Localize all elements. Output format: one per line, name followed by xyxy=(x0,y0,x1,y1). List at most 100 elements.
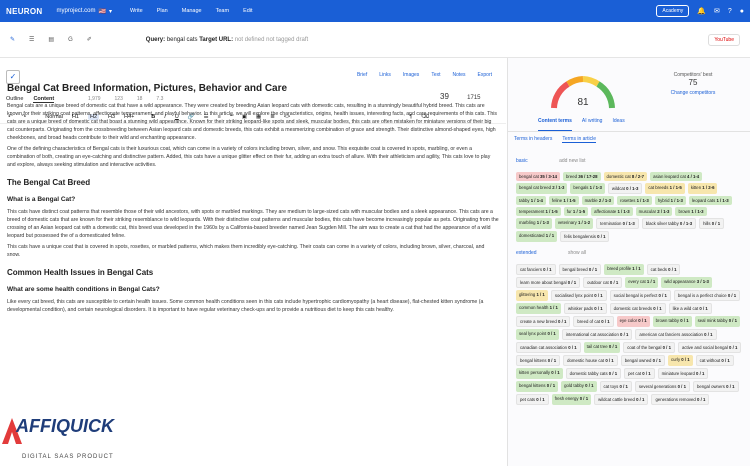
term-chip[interactable]: rosettes 1 / 1-3 xyxy=(617,196,652,205)
nav-write[interactable]: Write xyxy=(130,8,143,14)
term-chip[interactable]: wildcat 0 / 1-3 xyxy=(607,183,643,194)
term-chip[interactable]: international cat association 0 / 1 xyxy=(561,329,633,340)
neuron-logo[interactable]: NEURON xyxy=(6,7,42,16)
notification-icon[interactable]: 🔔 xyxy=(697,7,706,15)
target-value[interactable]: not defined xyxy=(235,37,265,43)
term-chip[interactable]: gold tabby 0 / 1 xyxy=(561,381,597,392)
tool-images[interactable]: Images xyxy=(403,72,419,78)
term-chip[interactable]: felis bengalensis 0 / 1 xyxy=(560,231,610,242)
nav-plan[interactable]: Plan xyxy=(157,8,168,14)
tab-terms-article[interactable]: Terms in article xyxy=(562,136,596,143)
term-chip[interactable]: pet cat 0 / 1 xyxy=(624,368,655,379)
nav-edit[interactable]: Edit xyxy=(243,8,252,14)
academy-button[interactable]: Academy xyxy=(656,5,690,17)
term-chip[interactable]: affectionate 1 / 1-3 xyxy=(591,207,633,216)
term-chip[interactable]: common health 1 / 1 xyxy=(516,303,561,314)
nav-team[interactable]: Team xyxy=(216,8,229,14)
term-chip[interactable]: miniature leopard 0 / 1 xyxy=(657,368,709,379)
term-chip[interactable]: seal lynx point 0 / 1 xyxy=(516,329,559,340)
term-chip[interactable]: marble 2 / 1-3 xyxy=(581,196,615,205)
tool-notes[interactable]: Notes xyxy=(452,72,465,78)
term-chip[interactable]: kitten 1 / 2-6 xyxy=(687,183,718,194)
term-chip[interactable]: brown 1 / 1-3 xyxy=(675,207,707,216)
show-all-link[interactable]: show all xyxy=(568,250,586,256)
term-chip[interactable]: socialised lynx point 0 / 1 xyxy=(550,290,607,301)
term-chip[interactable]: marbling 1 / 1-3 xyxy=(516,218,552,229)
term-chip[interactable]: bengal kittens 0 / 1 xyxy=(516,355,561,366)
term-chip[interactable]: temperament 1 / 1-5 xyxy=(516,207,561,216)
term-chip[interactable]: social bengal is perfect 0 / 1 xyxy=(609,290,671,301)
term-chip[interactable]: generations removed 0 / 1 xyxy=(651,394,710,405)
term-chip[interactable]: muscular 2 / 1-3 xyxy=(635,207,673,216)
term-chip[interactable]: fur 1 / 1-5 xyxy=(563,207,589,216)
project-selector[interactable]: myproject.com 🇺🇸 ▾ xyxy=(56,8,112,15)
term-chip[interactable]: canadian cat association 0 / 1 xyxy=(516,342,581,353)
term-chip[interactable]: domestic cat breeds 0 / 1 xyxy=(609,303,666,314)
add-new-list-link[interactable]: add new list xyxy=(559,158,585,164)
term-chip[interactable]: hills 0 / 1 xyxy=(699,218,725,229)
term-chip[interactable]: curly 0 / 1 xyxy=(668,355,693,366)
term-chip[interactable]: cat fanciers 0 / 1 xyxy=(516,264,556,275)
term-chip[interactable]: cat beds 0 / 1 xyxy=(646,264,681,275)
term-chip[interactable]: fresh energy 0 / 1 xyxy=(551,394,592,405)
term-chip[interactable]: cat breeds 1 / 1-5 xyxy=(645,183,685,194)
tab-terms-headers[interactable]: Terms in headers xyxy=(514,136,552,143)
tool-text[interactable]: Text xyxy=(431,72,440,78)
nav-manage[interactable]: Manage xyxy=(182,8,202,14)
term-chip[interactable]: bengals 1 / 1-3 xyxy=(570,183,605,194)
tool-export[interactable]: Export xyxy=(478,72,492,78)
term-chip[interactable]: eye color 0 / 1 xyxy=(616,316,650,327)
term-chip[interactable]: black silver tabby 0 / 1-3 xyxy=(641,218,697,229)
term-chip[interactable]: bengal kittens 0 / 1 xyxy=(516,381,559,392)
term-chip[interactable]: cat without 0 / 1 xyxy=(695,355,734,366)
term-chip[interactable]: breed 36 / 17-28 xyxy=(563,172,601,181)
term-chip[interactable]: kitten personally 0 / 1 xyxy=(516,368,563,379)
google-icon[interactable]: G xyxy=(68,37,73,43)
term-chip[interactable]: veterinary 1 / 1-2 xyxy=(554,218,594,229)
state-dropdown[interactable]: draft xyxy=(296,37,308,43)
document-content[interactable]: Bengal Cat Breed Information, Pictures, … xyxy=(7,82,499,317)
term-chip[interactable]: domestic cat 8 / 2-7 xyxy=(603,172,648,181)
term-chip[interactable]: termination 0 / 1-3 xyxy=(596,218,639,229)
query-value[interactable]: bengal cats xyxy=(167,37,198,43)
term-chip[interactable]: bengal owned 0 / 1 xyxy=(620,355,666,366)
tool-links[interactable]: Links xyxy=(379,72,391,78)
change-competitors-link[interactable]: Change competitors xyxy=(658,90,728,96)
term-chip[interactable]: bengal breed 0 / 1 xyxy=(558,264,602,275)
list-icon[interactable]: ☰ xyxy=(29,36,34,43)
term-chip[interactable]: bengal cat breed 2 / 1-3 xyxy=(516,183,568,194)
term-chip[interactable]: every cat 1 / 1 xyxy=(625,277,659,288)
help-icon[interactable]: ? xyxy=(728,8,732,15)
term-chip[interactable]: breed profile 1 / 1 xyxy=(604,264,644,275)
not-tagged-dropdown[interactable]: not tagged xyxy=(266,37,294,43)
tab-content-terms[interactable]: Content terms xyxy=(538,118,572,131)
term-chip[interactable]: bengal owners 0 / 1 xyxy=(692,381,739,392)
term-chip[interactable]: glittering 1 / 1 xyxy=(516,290,548,301)
gift-icon[interactable]: ✉ xyxy=(714,7,720,15)
term-chip[interactable]: active and social bengal 0 / 1 xyxy=(677,342,742,353)
term-chip[interactable]: bengal cat 35 / 3-14 xyxy=(516,172,560,181)
term-chip[interactable]: whisker pads 0 / 1 xyxy=(563,303,607,314)
youtube-button[interactable]: YouTube xyxy=(708,33,740,46)
term-chip[interactable]: create a new breed 0 / 1 xyxy=(516,316,571,327)
term-chip[interactable]: wildcat cattle breed 0 / 1 xyxy=(594,394,649,405)
tab-ai-writing[interactable]: AI writing xyxy=(582,118,603,131)
term-chip[interactable]: like a wild cat 0 / 1 xyxy=(668,303,712,314)
term-chip[interactable]: tail cat tree 0 / 1 xyxy=(583,342,621,353)
tab-ideas[interactable]: Ideas xyxy=(612,118,624,131)
term-chip[interactable]: domesticated 1 / 1 xyxy=(516,231,558,242)
term-chip[interactable]: wild appearance 3 / 1-3 xyxy=(661,277,712,288)
user-icon[interactable]: ● xyxy=(740,8,744,15)
doc-icon[interactable]: ▤ xyxy=(48,36,54,43)
tool-brief[interactable]: Brief xyxy=(357,72,367,78)
pen-icon[interactable]: ✎ xyxy=(10,36,15,43)
term-chip[interactable]: leopard cats 1 / 1-3 xyxy=(688,196,732,205)
term-chip[interactable]: asian leopard cat 4 / 1-4 xyxy=(650,172,703,181)
term-chip[interactable]: seal mink tabby 0 / 1 xyxy=(694,316,741,327)
term-chip[interactable]: bengal is a perfect choice 0 / 1 xyxy=(673,290,741,301)
term-chip[interactable]: breed of cat 0 / 1 xyxy=(573,316,614,327)
term-chip[interactable]: domestic tabby cats 0 / 1 xyxy=(565,368,622,379)
term-chip[interactable]: several generations 0 / 1 xyxy=(634,381,690,392)
term-chip[interactable]: learn more about bengal 0 / 1 xyxy=(516,277,581,288)
term-chip[interactable]: brown tabby 0 / 1 xyxy=(652,316,692,327)
